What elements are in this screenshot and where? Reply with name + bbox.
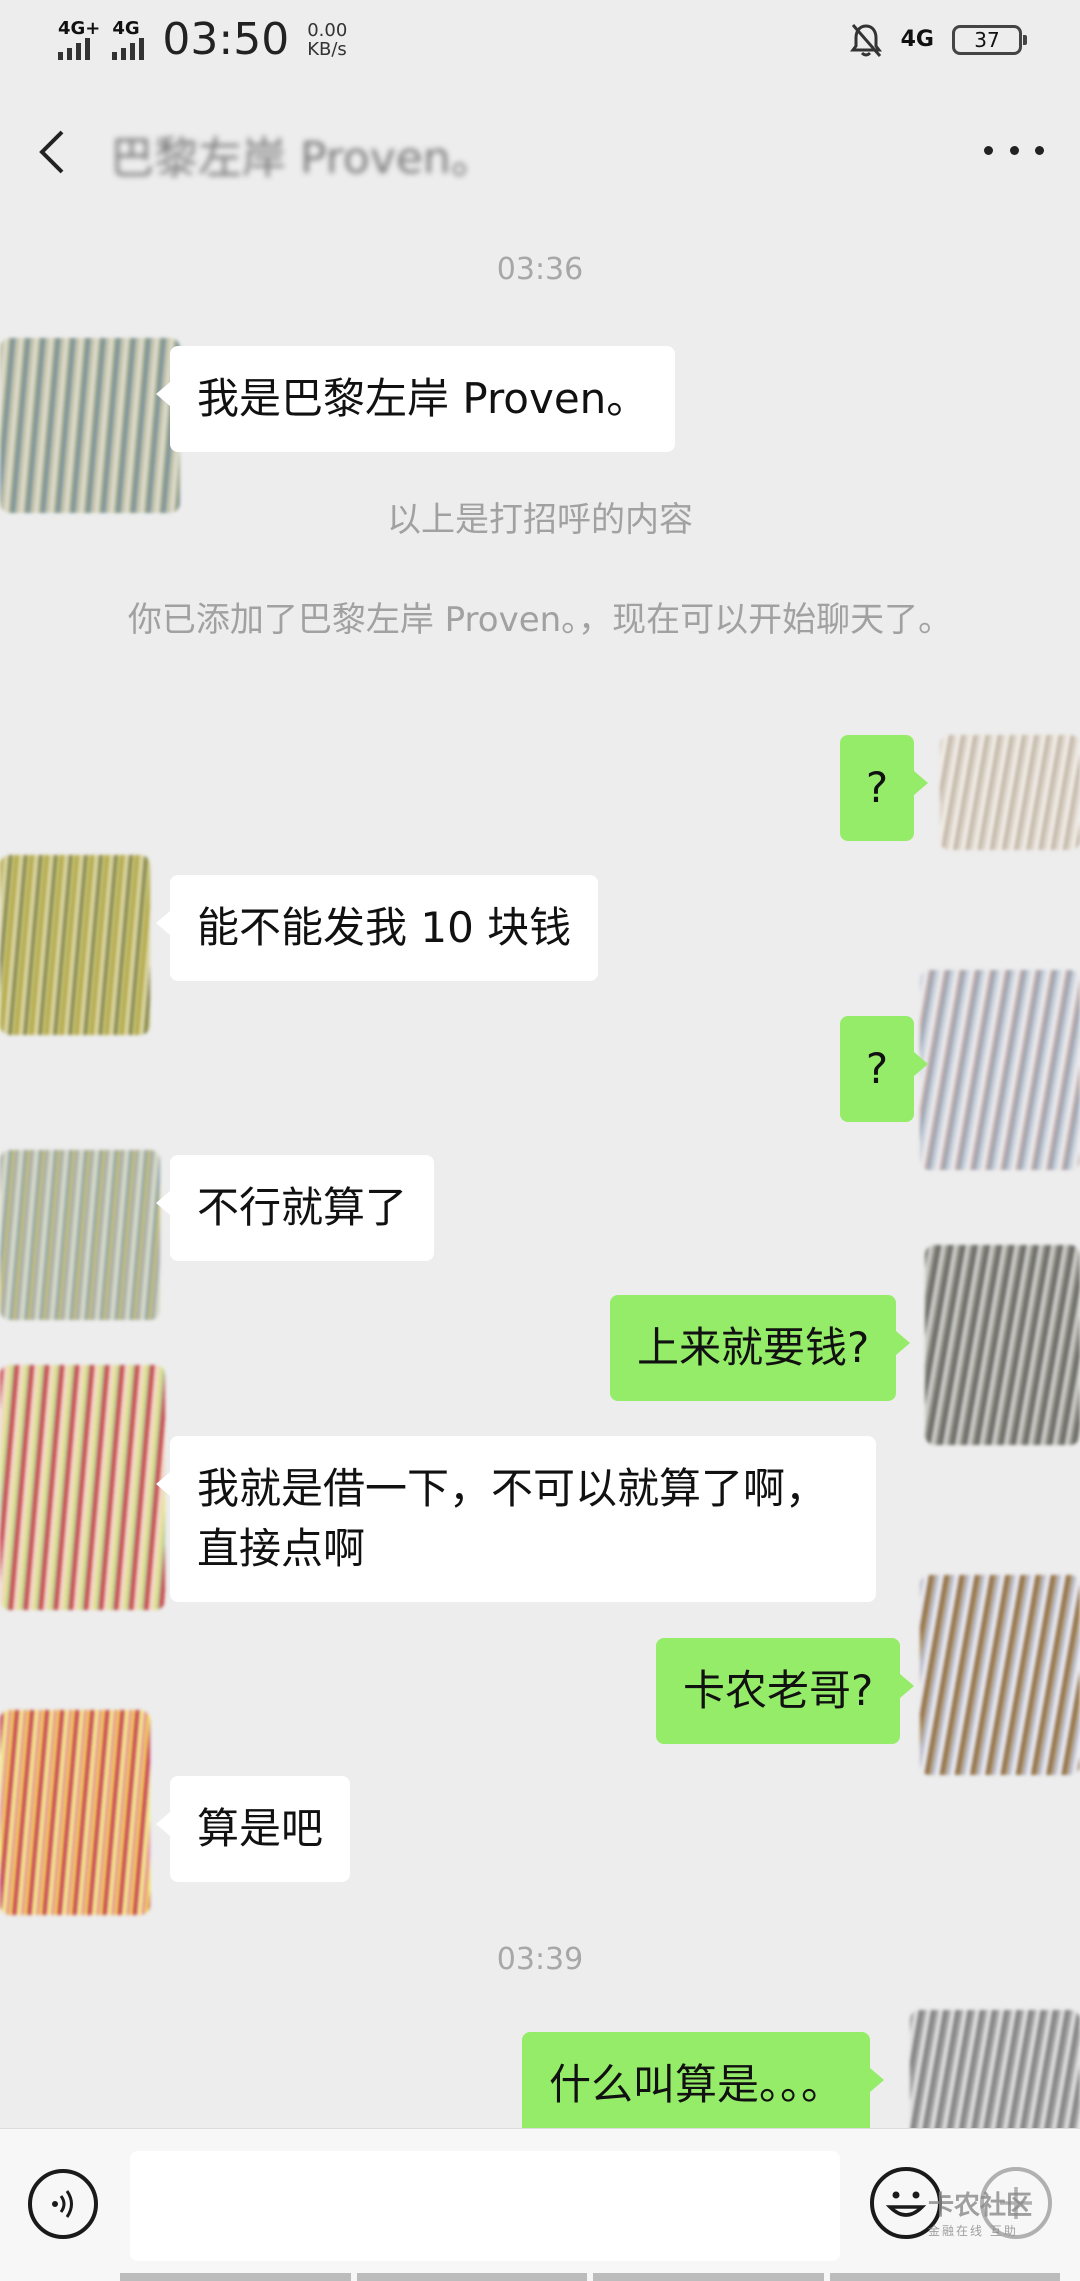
more-dots-icon: [984, 145, 993, 155]
system-notice: 你已添加了巴黎左岸 Proven。，现在可以开始聊天了。: [127, 600, 953, 640]
system-notice: 以上是打招呼的内容: [387, 500, 693, 540]
message-bubble-outgoing[interactable]: 卡农老哥?: [656, 1638, 915, 1744]
network-speed: 0.00 KB/s: [307, 21, 347, 59]
message-bubble-outgoing[interactable]: 上来就要钱?: [610, 1295, 911, 1401]
status-right: 4G 37: [849, 22, 1027, 58]
message-bubble-outgoing[interactable]: 什么叫算是。。。: [522, 2032, 885, 2138]
message-bubble-outgoing[interactable]: ?: [840, 735, 928, 841]
input-bar: 卡农社区 金融在线 互助: [0, 2128, 1080, 2281]
watermark-sub: 金融在线 互助: [928, 2224, 1018, 2238]
network-label-2: 4G: [112, 17, 140, 39]
my-avatar[interactable]: [925, 1245, 1080, 1445]
watermark: 卡农社区 金融在线 互助: [928, 2185, 1032, 2239]
my-avatar[interactable]: [920, 1575, 1080, 1775]
status-bar: 4G+ 4G 03:50 0.00 KB/s 4G 37: [0, 0, 1080, 80]
signal-icon-2: 4G: [112, 17, 145, 60]
message-bubble-outgoing[interactable]: ?: [840, 1016, 928, 1122]
voice-button[interactable]: [28, 2169, 98, 2239]
speed-unit: KB/s: [307, 38, 347, 60]
contact-avatar[interactable]: [0, 1710, 150, 1915]
message-bubble-incoming[interactable]: 我就是借一下，不可以就算了啊，直接点啊: [156, 1436, 876, 1602]
back-button[interactable]: [28, 120, 78, 180]
timestamp: 03:36: [496, 252, 584, 287]
voice-icon: [52, 2190, 73, 2218]
status-left: 4G+ 4G 03:50 0.00 KB/s: [58, 14, 347, 65]
network-label-1: 4G+: [58, 17, 101, 39]
message-bubble-incoming[interactable]: 算是吧: [155, 1776, 351, 1882]
message-bubble-incoming[interactable]: 能不能发我 10 块钱: [155, 875, 599, 981]
signal-icon: 4G+: [58, 17, 101, 60]
my-avatar[interactable]: [940, 735, 1080, 850]
message-bubble-incoming[interactable]: 我是巴黎左岸 Proven。: [155, 346, 676, 452]
message-input[interactable]: [130, 2151, 840, 2261]
network-label-right: 4G: [900, 27, 934, 52]
clock-time: 03:50: [162, 14, 290, 65]
chevron-left-icon: [39, 130, 64, 174]
battery-icon: 37: [952, 25, 1027, 55]
contact-avatar[interactable]: [0, 1150, 160, 1320]
chat-title: 巴黎左岸 Proven。: [110, 133, 495, 184]
contact-avatar[interactable]: [0, 855, 150, 1035]
watermark-main: 卡农社区: [928, 2191, 1033, 2221]
contact-avatar[interactable]: [0, 1365, 165, 1610]
chat-header: 巴黎左岸 Proven。: [0, 80, 1080, 220]
timestamp: 03:39: [496, 1942, 584, 1977]
my-avatar[interactable]: [920, 970, 1080, 1170]
contact-avatar[interactable]: [0, 338, 180, 513]
message-bubble-incoming[interactable]: 不行就算了: [155, 1155, 435, 1261]
silent-bell-icon: [849, 24, 882, 57]
battery-level: 37: [974, 28, 1000, 52]
speed-value: 0.00: [307, 19, 348, 41]
more-options-button[interactable]: [984, 130, 1044, 170]
